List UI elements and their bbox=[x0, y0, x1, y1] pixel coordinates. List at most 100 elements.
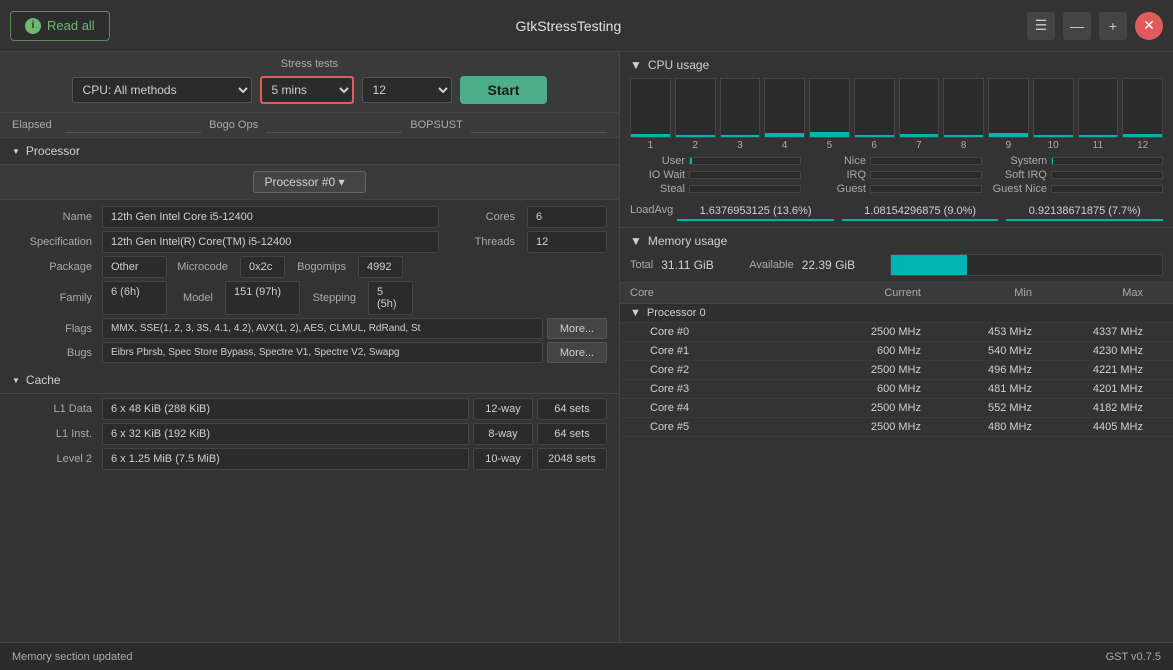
threads-label: Threads bbox=[443, 231, 523, 253]
clocks-section: Core Current Min Max ▼ Processor 0 Core … bbox=[620, 283, 1173, 642]
cpu-method-select[interactable]: CPU: All methods bbox=[72, 77, 252, 103]
cpu-bar-container bbox=[764, 78, 805, 138]
core-min: 540 MHz bbox=[941, 345, 1052, 357]
core-min: 552 MHz bbox=[941, 402, 1052, 414]
level2-label: Level 2 bbox=[12, 448, 102, 470]
core-max: 4221 MHz bbox=[1052, 364, 1163, 376]
clock-row: Core #5 2500 MHz 480 MHz 4405 MHz bbox=[620, 418, 1173, 437]
memory-row: Total 31.11 GiB Available 22.39 GiB bbox=[630, 254, 1163, 276]
stepping-value: 5 (5h) bbox=[368, 281, 413, 315]
l1data-size: 6 x 48 KiB (288 KiB) bbox=[102, 398, 469, 420]
elapsed-value bbox=[65, 117, 201, 133]
start-button[interactable]: Start bbox=[460, 76, 548, 104]
core-max: 4201 MHz bbox=[1052, 383, 1163, 395]
cpu-bar-label: 10 bbox=[1048, 140, 1059, 151]
core-max: 4405 MHz bbox=[1052, 421, 1163, 433]
load-avg-1: 1.6376953125 (13.6%) bbox=[677, 203, 834, 221]
clock-row: Core #0 2500 MHz 453 MHz 4337 MHz bbox=[620, 323, 1173, 342]
cpu-bar-container bbox=[988, 78, 1029, 138]
available-value: 22.39 GiB bbox=[802, 258, 882, 272]
cpu-bar-fill bbox=[1034, 135, 1073, 137]
nice-bar bbox=[870, 157, 982, 165]
titlebar: i Read all GtkStressTesting ☰ — + ✕ bbox=[0, 0, 1173, 52]
collapse-icon: ▼ bbox=[12, 147, 20, 156]
cpu-bar-item: 6 bbox=[854, 78, 895, 151]
l1inst-size: 6 x 32 KiB (192 KiB) bbox=[102, 423, 469, 445]
core-min: 480 MHz bbox=[941, 421, 1052, 433]
bogomips-value: 4992 bbox=[358, 256, 403, 278]
cpu-bar-label: 8 bbox=[961, 140, 967, 151]
clocks-col-max: Max bbox=[1052, 287, 1163, 299]
cpu-usage-arrow: ▼ bbox=[630, 58, 642, 72]
cores-label: Cores bbox=[443, 206, 523, 228]
processor-dropdown[interactable]: Processor #0 ▾ bbox=[253, 171, 365, 193]
family-label: Family bbox=[12, 281, 102, 315]
cpu-bar-label: 9 bbox=[1006, 140, 1012, 151]
cpu-bar-item: 7 bbox=[899, 78, 940, 151]
bogomips-label: Bogomips bbox=[289, 256, 354, 278]
cpu-bar-container bbox=[630, 78, 671, 138]
steal-stat: Steal bbox=[630, 183, 801, 195]
guestnice-stat: Guest Nice bbox=[992, 183, 1163, 195]
name-value: 12th Gen Intel Core i5-12400 bbox=[102, 206, 439, 228]
name-label: Name bbox=[12, 206, 102, 228]
menu-button[interactable]: ☰ bbox=[1027, 12, 1055, 40]
core-min: 453 MHz bbox=[941, 326, 1052, 338]
cpu-bar-item: 9 bbox=[988, 78, 1029, 151]
load-avg-2: 1.08154296875 (9.0%) bbox=[842, 203, 999, 221]
cache-section-header[interactable]: ▼ Cache bbox=[0, 367, 619, 394]
read-all-button[interactable]: i Read all bbox=[10, 11, 110, 41]
cpu-bar-item: 2 bbox=[675, 78, 716, 151]
cpu-bar-item: 12 bbox=[1122, 78, 1163, 151]
stress-label: Stress tests bbox=[0, 52, 619, 70]
cpu-bar-fill bbox=[631, 134, 670, 137]
l1data-sets: 64 sets bbox=[537, 398, 607, 420]
table-row: Flags MMX, SSE(1, 2, 3, 3S, 4.1, 4.2), A… bbox=[12, 318, 607, 339]
bugs-value: Eibrs Pbrsb, Spec Store Bypass, Spectre … bbox=[102, 342, 543, 363]
memory-label: Memory usage bbox=[648, 234, 727, 248]
cpu-bar-label: 1 bbox=[648, 140, 654, 151]
processor-section-label: Processor bbox=[26, 144, 80, 158]
system-stat: System bbox=[992, 155, 1163, 167]
table-row: Level 2 6 x 1.25 MiB (7.5 MiB) 10-way 20… bbox=[12, 448, 607, 470]
cpu-bar-fill bbox=[855, 135, 894, 137]
cache-section-label: Cache bbox=[26, 373, 61, 387]
time-select[interactable]: 5 mins bbox=[262, 78, 352, 102]
core-current: 600 MHz bbox=[830, 345, 941, 357]
family-value: 6 (6h) bbox=[102, 281, 167, 315]
core-max: 4182 MHz bbox=[1052, 402, 1163, 414]
minimize-button[interactable]: — bbox=[1063, 12, 1091, 40]
level2-size: 6 x 1.25 MiB (7.5 MiB) bbox=[102, 448, 469, 470]
l1inst-way: 8-way bbox=[473, 423, 533, 445]
cpu-bar-label: 4 bbox=[782, 140, 788, 151]
close-button[interactable]: ✕ bbox=[1135, 12, 1163, 40]
bugs-label: Bugs bbox=[12, 342, 102, 363]
core-current: 600 MHz bbox=[830, 383, 941, 395]
package-label: Package bbox=[12, 256, 102, 278]
system-label: System bbox=[992, 155, 1047, 167]
cpu-bar-fill bbox=[1079, 135, 1118, 137]
iowait-stat: IO Wait bbox=[630, 169, 801, 181]
processor-section-header[interactable]: ▼ Processor bbox=[0, 138, 619, 165]
available-label: Available bbox=[749, 259, 793, 271]
count-select[interactable]: 12 bbox=[362, 77, 452, 103]
stress-controls: CPU: All methods 5 mins 12 Start bbox=[0, 70, 619, 112]
load-avg-values: 1.6376953125 (13.6%) 1.08154296875 (9.0%… bbox=[677, 203, 1163, 221]
maximize-button[interactable]: + bbox=[1099, 12, 1127, 40]
flags-cells: MMX, SSE(1, 2, 3, 3S, 4.1, 4.2), AVX(1, … bbox=[102, 318, 607, 339]
bugs-cells: Eibrs Pbrsb, Spec Store Bypass, Spectre … bbox=[102, 342, 607, 363]
steal-bar bbox=[689, 185, 801, 193]
clock-rows: Core #0 2500 MHz 453 MHz 4337 MHz Core #… bbox=[620, 323, 1173, 437]
bogo-label: Bogo Ops bbox=[209, 119, 258, 131]
bugs-more-button[interactable]: More... bbox=[547, 342, 607, 363]
flags-value: MMX, SSE(1, 2, 3, 3S, 4.1, 4.2), AVX(1, … bbox=[102, 318, 543, 339]
nice-stat: Nice bbox=[811, 155, 982, 167]
cache-collapse-icon: ▼ bbox=[12, 376, 20, 385]
cpu-bar-item: 4 bbox=[764, 78, 805, 151]
processor-selector-row: Processor #0 ▾ bbox=[0, 165, 619, 200]
flags-more-button[interactable]: More... bbox=[547, 318, 607, 339]
l1inst-cells: 6 x 32 KiB (192 KiB) 8-way 64 sets bbox=[102, 423, 607, 445]
cpu-bar-container bbox=[1122, 78, 1163, 138]
stress-section: Stress tests CPU: All methods 5 mins 12 … bbox=[0, 52, 619, 113]
window-title: GtkStressTesting bbox=[110, 18, 1027, 34]
